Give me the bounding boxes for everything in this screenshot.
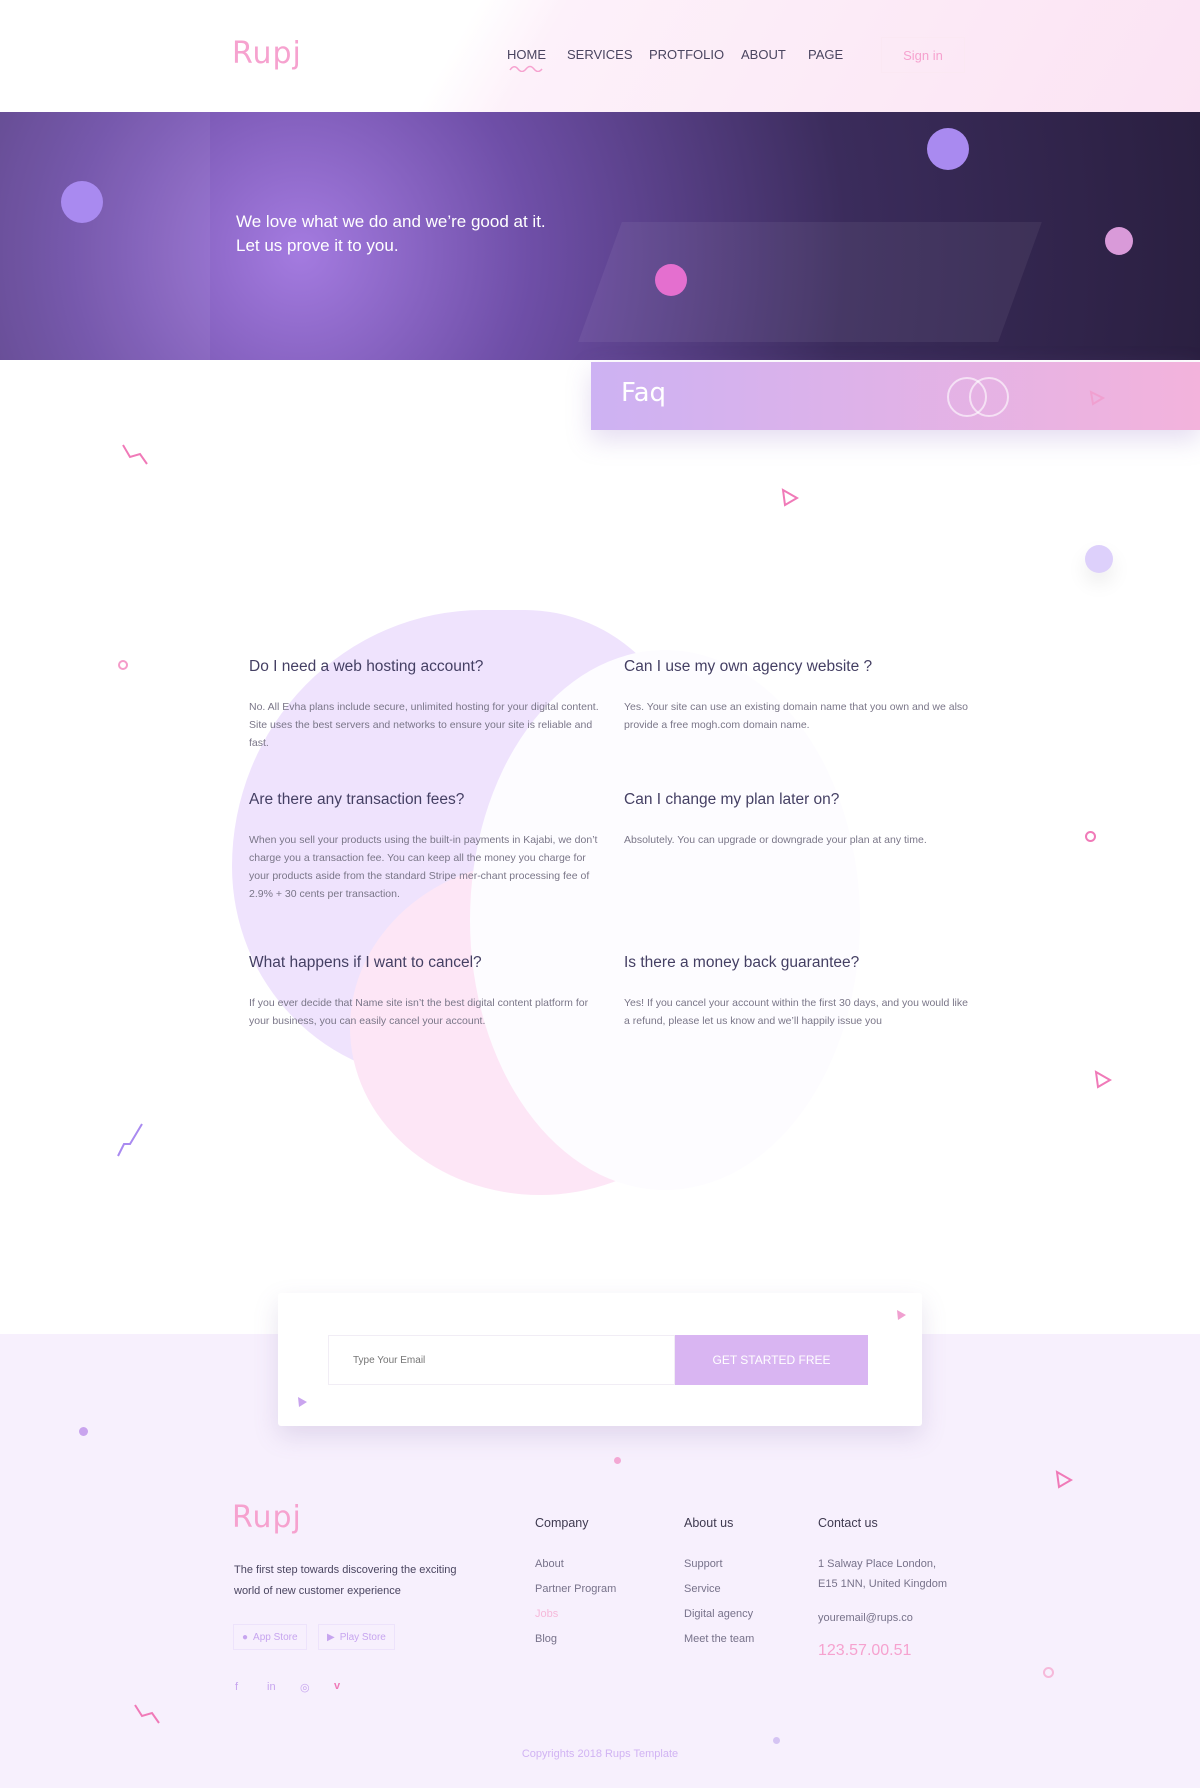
footer-link[interactable]: Support (684, 1558, 754, 1570)
faq-banner: Faq (591, 362, 1200, 430)
table-shape (578, 222, 1042, 342)
footer-link[interactable]: Meet the team (684, 1633, 754, 1645)
faq-answer: Yes! If you cancel your account within t… (624, 997, 968, 1027)
window-shape (0, 112, 210, 360)
app-store-button[interactable]: ● App Store (233, 1624, 307, 1650)
play-store-label: Play Store (339, 1631, 386, 1643)
hero-banner: We love what we do and we’re good at it.… (0, 112, 1200, 360)
hero-text: We love what we do and we’re good at it.… (236, 210, 546, 258)
sign-in-button[interactable]: Sign in (881, 37, 965, 73)
decor-dot (1105, 227, 1133, 255)
footer-link[interactable]: Jobs (535, 1608, 616, 1620)
vimeo-icon[interactable]: v (334, 1680, 340, 1692)
faq-item: What happens if I want to cancel? If you … (249, 954, 599, 1030)
faq-item: Are there any transaction fees? When you … (249, 791, 599, 903)
footer-tagline: The first step towards discovering the e… (234, 1564, 457, 1597)
faq-item: Do I need a web hosting account? No. All … (249, 658, 599, 752)
footer-link[interactable]: Partner Program (535, 1583, 616, 1595)
triangle-icon (298, 1397, 307, 1407)
faq-item: Is there a money back guarantee? Yes! If … (624, 954, 974, 1030)
header: Rupj HOME SERVICES PROTFOLIO ABOUT PAGE … (0, 0, 1200, 112)
faq-answer: When you sell your products using the bu… (249, 834, 598, 900)
faq-question: Do I need a web hosting account? (249, 658, 484, 675)
decor-dot (927, 128, 969, 170)
decor-dot (614, 1457, 621, 1464)
app-store-label: App Store (253, 1631, 298, 1643)
apple-icon: ● (242, 1631, 249, 1643)
decor-ring (1043, 1667, 1054, 1678)
footer-logo[interactable]: Rupj (232, 1500, 302, 1535)
hero-line-2: Let us prove it to you. (236, 236, 399, 255)
play-icon: ▶ (327, 1631, 335, 1643)
dribbble-icon[interactable]: ◎ (300, 1681, 310, 1694)
linkedin-icon[interactable]: in (267, 1681, 276, 1693)
zigzag-icon (117, 1123, 143, 1157)
column-title: Contact us (818, 1516, 878, 1530)
hero-line-1: We love what we do and we’re good at it. (236, 212, 546, 231)
address-line: 1 Salway Place London, (818, 1558, 937, 1570)
column-title: Company (535, 1516, 589, 1530)
copyright: Copyrights 2018 Rups Template (521, 1748, 679, 1760)
faq-question: Are there any transaction fees? (249, 791, 465, 808)
decor-dot (1085, 545, 1113, 573)
footer-contact: Contact us 1 Salway Place London, E15 1N… (818, 1516, 947, 1660)
column-title: About us (684, 1516, 734, 1530)
footer-link[interactable]: Digital agency (684, 1608, 754, 1620)
triangle-icon (781, 488, 799, 507)
contact-phone[interactable]: 123.57.00.51 (818, 1642, 947, 1660)
triangle-icon (1094, 1070, 1112, 1089)
logo[interactable]: Rupj (232, 36, 302, 71)
contact-email[interactable]: youremail@rups.co (818, 1612, 947, 1624)
zigzag-icon (134, 1704, 160, 1724)
address-line: E15 1NN, United Kingdom (818, 1578, 948, 1590)
faq-answer: Absolutely. You can upgrade or downgrade… (624, 834, 927, 846)
faq-question: Can I use my own agency website ? (624, 658, 873, 675)
faq-answer: If you ever decide that Name site isn’t … (249, 997, 589, 1027)
footer-link[interactable]: Service (684, 1583, 754, 1595)
decor-dot (773, 1737, 780, 1744)
triangle-icon (1089, 390, 1105, 406)
nav-services[interactable]: SERVICES (567, 47, 633, 62)
page-title: Faq (621, 378, 667, 408)
email-input[interactable] (328, 1335, 675, 1385)
decor-dot (79, 1427, 88, 1436)
faq-question: What happens if I want to cancel? (249, 954, 482, 971)
nav-portfolio[interactable]: PROTFOLIO (649, 47, 724, 62)
footer-about: About us Support Service Digital agency … (684, 1516, 754, 1645)
decor-dot (61, 181, 103, 223)
nav-about[interactable]: ABOUT (741, 47, 786, 62)
active-wave-icon (509, 65, 543, 72)
triangle-icon (1055, 1470, 1073, 1489)
footer-link[interactable]: Blog (535, 1633, 616, 1645)
triangle-icon (897, 1310, 906, 1320)
decor-ring (118, 660, 128, 670)
play-store-button[interactable]: ▶ Play Store (318, 1624, 395, 1650)
logo-text: Rupj (232, 36, 302, 71)
faq-question: Is there a money back guarantee? (624, 954, 860, 971)
faq-answer: No. All Evha plans include secure, unlim… (249, 701, 599, 749)
signup-card: GET STARTED FREE (278, 1293, 922, 1426)
faq-item: Can I use my own agency website ? Yes. Yo… (624, 658, 974, 734)
decor-ring (1085, 831, 1096, 842)
facebook-icon[interactable]: f (235, 1681, 238, 1693)
get-started-button[interactable]: GET STARTED FREE (675, 1335, 868, 1385)
nav-home[interactable]: HOME (507, 47, 546, 62)
faq-answer: Yes. Your site can use an existing domai… (624, 701, 969, 731)
footer-company: Company About Partner Program Jobs Blog (535, 1516, 616, 1645)
decor-dot (655, 264, 687, 296)
nav-page[interactable]: PAGE (808, 47, 843, 62)
rings-icon (947, 377, 1009, 417)
faq-item: Can I change my plan later on? Absolutely… (624, 791, 974, 849)
faq-question: Can I change my plan later on? (624, 791, 840, 808)
footer-link[interactable]: About (535, 1558, 616, 1570)
zigzag-icon (122, 444, 148, 465)
